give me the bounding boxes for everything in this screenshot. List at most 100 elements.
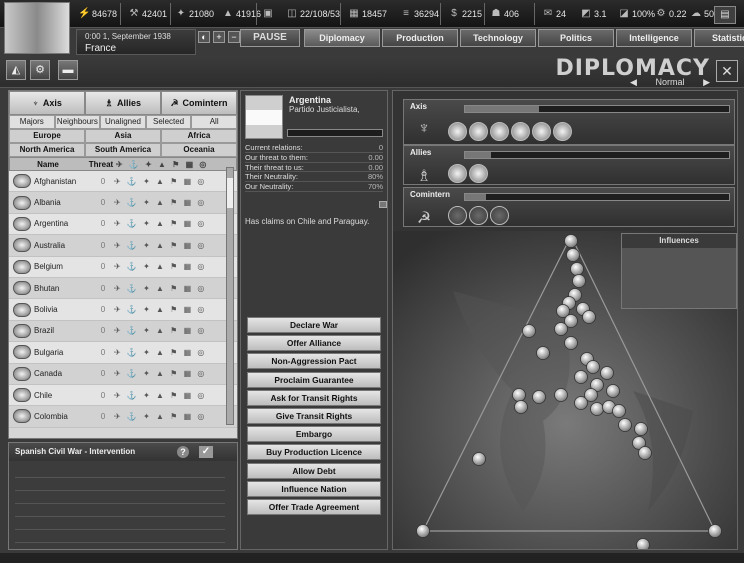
country-row[interactable]: Colombia 0 ✈ ⚓ ✦ ▲ ⚑ ▦ ◎ [9,406,237,428]
country-marker[interactable] [634,422,648,436]
resource-metal[interactable]: ⚒ 42401 [128,6,168,22]
member-flag-icon[interactable] [469,206,488,225]
action-allow-debt-button[interactable]: Allow Debt [247,462,381,479]
filter-unaligned[interactable]: Unaligned [100,115,146,129]
mode-next-button[interactable]: ▶ [703,77,710,88]
filter-neighbours[interactable]: Neighbours [54,115,101,129]
tab-statistics[interactable]: Statistics [694,29,744,47]
pause-button[interactable]: PAUSE [240,29,300,47]
relations-expand-button[interactable] [379,201,387,208]
country-marker[interactable] [576,302,590,316]
country-marker[interactable] [590,402,604,416]
country-marker[interactable] [586,360,600,374]
country-row[interactable]: Belgium 0 ✈ ⚓ ✦ ▲ ⚑ ▦ ◎ [9,256,237,278]
member-flag-icon[interactable] [448,122,467,141]
country-marker[interactable] [536,346,550,360]
country-marker[interactable] [554,322,568,336]
country-marker[interactable] [564,234,578,248]
action-influence-nation-button[interactable]: Influence Nation [247,480,381,497]
country-marker[interactable] [562,296,576,310]
country-marker[interactable] [636,538,650,551]
region-north-america[interactable]: North America [9,143,85,157]
country-marker[interactable] [708,524,722,538]
faction-box-comintern[interactable]: Comintern ☭ [403,187,735,227]
country-marker[interactable] [580,352,594,366]
country-marker[interactable] [522,324,536,338]
country-row[interactable]: Bolivia 0 ✈ ⚓ ✦ ▲ ⚑ ▦ ◎ [9,299,237,321]
faction-tab-comintern[interactable]: ☭ Comintern [161,91,237,115]
resource-dissent[interactable]: $2215 [448,6,482,22]
mode-prev-button[interactable]: ◀ [630,77,637,88]
member-flag-icon[interactable] [490,206,509,225]
country-row[interactable]: Australia 0 ✈ ⚓ ✦ ▲ ⚑ ▦ ◎ [9,235,237,257]
resource-efficiency[interactable]: ◪ 100% [618,6,655,22]
faction-box-allies[interactable]: Allies ♗ [403,145,735,185]
tab-intelligence[interactable]: Intelligence [616,29,692,47]
tab-technology[interactable]: Technology [460,29,536,47]
country-marker[interactable] [568,288,582,302]
country-marker[interactable] [556,304,570,318]
resource-energy[interactable]: ⚡ 84678 [78,6,117,22]
settings-icon[interactable]: ⚙ [30,60,50,80]
country-marker[interactable] [572,274,586,288]
country-flag[interactable] [4,2,70,54]
region-asia[interactable]: Asia [85,129,161,143]
action-buy-production-licence-button[interactable]: Buy Production Licence [247,444,381,461]
action-declare-war-button[interactable]: Declare War [247,317,381,333]
country-row[interactable]: Bhutan 0 ✈ ⚓ ✦ ▲ ⚑ ▦ ◎ [9,277,237,300]
action-give-transit-rights-button[interactable]: Give Transit Rights [247,407,381,424]
member-flag-icon[interactable] [448,164,467,183]
tab-politics[interactable]: Politics [538,29,614,47]
clock-icon[interactable]: ◐ [198,31,210,43]
member-flag-icon[interactable] [448,206,467,225]
country-marker[interactable] [612,404,626,418]
action-offer-trade-agreement-button[interactable]: Offer Trade Agreement [247,498,381,515]
country-marker[interactable] [514,400,528,414]
action-offer-alliance-button[interactable]: Offer Alliance [247,335,381,352]
action-embargo-button[interactable]: Embargo [247,426,381,443]
member-flag-icon[interactable] [469,164,488,183]
country-marker[interactable] [638,446,652,460]
faction-box-axis[interactable]: Axis ♆ [403,99,735,145]
country-list-scrollbar[interactable] [226,167,234,425]
member-flag-icon[interactable] [532,122,551,141]
tab-production[interactable]: Production [382,29,458,47]
country-marker[interactable] [606,384,620,398]
country-row[interactable]: Afghanistan 0 ✈ ⚓ ✦ ▲ ⚑ ▦ ◎ [9,171,237,193]
faction-tab-axis[interactable]: ♆ Axis [9,91,85,115]
resource-supplies[interactable]: ▣ [262,6,276,22]
action-proclaim-guarantee-button[interactable]: Proclaim Guarantee [247,371,381,388]
column-threat[interactable]: Threat [86,160,116,169]
country-row[interactable]: Chile 0 ✈ ⚓ ✦ ▲ ⚑ ▦ ◎ [9,384,237,407]
help-icon[interactable]: ? [177,446,189,458]
country-marker[interactable] [570,262,584,276]
resource-transport[interactable]: ≡ 36294 [400,6,439,22]
region-africa[interactable]: Africa [161,129,237,143]
region-oceania[interactable]: Oceania [161,143,237,157]
country-marker[interactable] [574,370,588,384]
country-row[interactable]: Bulgaria 0 ✈ ⚓ ✦ ▲ ⚑ ▦ ◎ [9,342,237,364]
country-marker[interactable] [600,366,614,380]
resource-officers[interactable]: ☗ 406 [490,6,520,22]
country-marker[interactable] [416,524,430,538]
resource-score[interactable]: ◩ 3.1 [580,6,606,22]
country-marker[interactable] [618,418,632,432]
country-marker[interactable] [532,390,546,404]
action-ask-for-transit-rights-button[interactable]: Ask for Transit Rights [247,389,381,406]
resource-rare-materials[interactable]: ✦ 21080 [175,6,214,22]
country-row[interactable]: Albania 0 ✈ ⚓ ✦ ▲ ⚑ ▦ ◎ [9,192,237,214]
main-menu-button[interactable]: ▤ [714,6,736,24]
minimize-icon[interactable]: ▬ [58,60,78,80]
home-icon[interactable]: ◭ [6,60,26,80]
country-marker[interactable] [602,400,616,414]
resource-manpower[interactable]: ◫ 22/108/53 [286,6,340,22]
region-south-america[interactable]: South America [85,143,161,157]
country-marker[interactable] [632,436,646,450]
close-button[interactable]: ✕ [716,60,738,82]
country-marker[interactable] [590,378,604,392]
country-marker[interactable] [566,248,580,262]
filter-all[interactable]: All [191,115,237,129]
country-marker[interactable] [564,336,578,350]
member-flag-icon[interactable] [469,122,488,141]
resource-ic[interactable]: ⚙ 0.22 [655,6,687,22]
